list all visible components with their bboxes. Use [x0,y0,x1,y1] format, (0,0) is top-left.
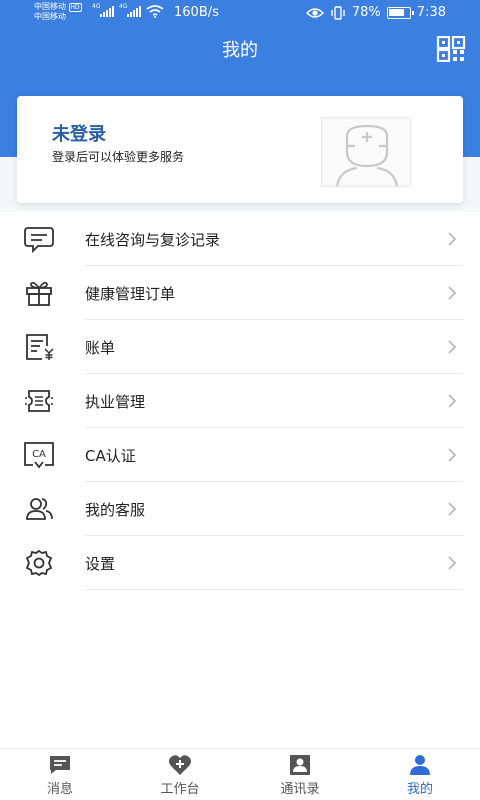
menu-item-practice-management[interactable]: 执业管理 [0,374,480,428]
battery-icon [386,6,414,19]
message-icon [50,756,70,774]
tab-contacts[interactable]: 通讯录 [240,749,360,800]
vibrate-icon [331,5,345,20]
qr-code-icon [436,35,466,63]
menu-label: 在线咨询与复诊记录 [85,231,221,249]
users-icon [26,498,53,520]
menu-label: 我的客服 [85,501,146,519]
menu-label: 设置 [85,555,116,573]
clock: 7:38 [416,5,446,20]
chevron-right-icon [448,394,457,408]
doctor-avatar-icon [335,124,399,187]
carrier-name-2: 中国移动 [34,12,66,21]
login-subtitle: 登录后可以体验更多服务 [52,150,185,164]
menu-item-health-orders[interactable]: 健康管理订单 [0,266,480,320]
carrier-info: 中国移动 HD 中国移动 [34,2,82,22]
tab-label: 工作台 [160,782,200,797]
menu-label: CA认证 [85,447,136,465]
settings-gear-icon [25,549,53,577]
page-title: 我的 [222,40,258,61]
person-icon [410,755,430,775]
ca-certificate-icon: CA [24,442,54,469]
menu-item-settings[interactable]: 设置 [0,536,480,590]
hd-badge: HD [68,3,82,12]
chevron-right-icon [448,232,457,246]
avatar[interactable] [321,117,411,187]
menu-label: 健康管理订单 [85,285,176,303]
tab-label: 我的 [406,782,433,797]
status-bar: 中国移动 HD 中国移动 4G 4G 160B/s 78% 7:38 [0,0,480,26]
chevron-right-icon [448,556,457,570]
menu-list: 在线咨询与复诊记录 健康管理订单 账单 执业管理 CA CA认证 我的客服 设置 [0,212,480,590]
signal-icon-2 [127,6,141,17]
chevron-right-icon [448,286,457,300]
menu-item-customer-service[interactable]: 我的客服 [0,482,480,536]
menu-label: 账单 [85,339,116,357]
bill-icon [26,334,54,360]
net-speed: 160B/s [174,5,219,20]
qr-code-button[interactable] [436,35,466,63]
tab-label: 通讯录 [280,782,320,797]
ticket-list-icon [25,390,53,412]
tab-label: 消息 [46,782,73,797]
chevron-right-icon [448,340,457,354]
tab-workbench[interactable]: 工作台 [120,749,240,800]
contacts-icon [290,755,310,775]
status-right: 78% 7:38 [305,5,446,20]
wifi-icon [146,5,164,18]
heart-plus-icon [169,755,191,775]
chevron-right-icon [448,502,457,516]
menu-label: 执业管理 [85,393,146,411]
divider [85,589,463,590]
battery-percent: 78% [351,5,381,20]
carrier-name-1: 中国移动 [34,2,66,11]
chevron-right-icon [448,448,457,462]
gift-icon [26,281,52,306]
menu-item-ca-certification[interactable]: CA CA认证 [0,428,480,482]
tab-messages[interactable]: 消息 [0,749,120,800]
menu-item-bill[interactable]: 账单 [0,320,480,374]
login-card[interactable]: 未登录 登录后可以体验更多服务 [17,96,463,203]
signal-icon-1 [100,6,114,17]
menu-item-consult-records[interactable]: 在线咨询与复诊记录 [0,212,480,266]
chat-bubble-icon [24,227,54,254]
bottom-tab-bar: 消息 工作台 通讯录 我的 [0,748,480,800]
tab-mine[interactable]: 我的 [360,749,480,800]
login-status-title: 未登录 [52,124,106,145]
svg-text:CA: CA [32,449,46,460]
eye-icon [305,7,324,18]
